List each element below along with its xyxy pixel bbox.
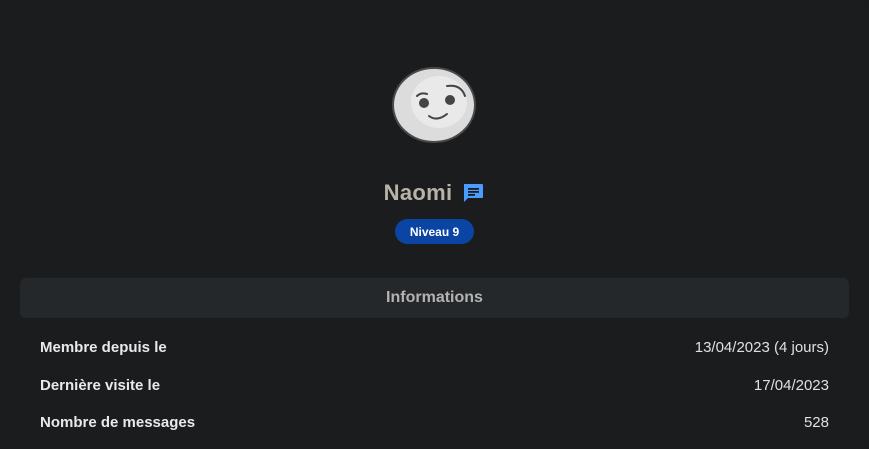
avatar bbox=[391, 66, 477, 144]
section-header-informations: Informations bbox=[20, 278, 849, 318]
info-label: Dernière visite le bbox=[40, 376, 161, 394]
info-label: Nombre de messages bbox=[40, 413, 196, 431]
info-row-message-count: Nombre de messages 528 bbox=[40, 410, 829, 434]
name-row: Naomi bbox=[0, 176, 869, 210]
chat-bubble-icon[interactable] bbox=[461, 181, 485, 205]
profile-panel: Naomi Niveau 9 Informations Membre depui… bbox=[0, 0, 869, 449]
info-row-last-visit: Dernière visite le 17/04/2023 bbox=[40, 373, 829, 397]
info-value: 13/04/2023 (4 jours) bbox=[694, 338, 829, 356]
info-value: 528 bbox=[803, 413, 829, 431]
level-badge: Niveau 9 bbox=[395, 219, 474, 244]
info-label: Membre depuis le bbox=[40, 338, 167, 356]
info-row-member-since: Membre depuis le 13/04/2023 (4 jours) bbox=[40, 335, 829, 359]
info-value: 17/04/2023 bbox=[753, 376, 829, 394]
smiling-face-avatar-icon bbox=[392, 67, 476, 143]
username: Naomi bbox=[383, 180, 453, 205]
